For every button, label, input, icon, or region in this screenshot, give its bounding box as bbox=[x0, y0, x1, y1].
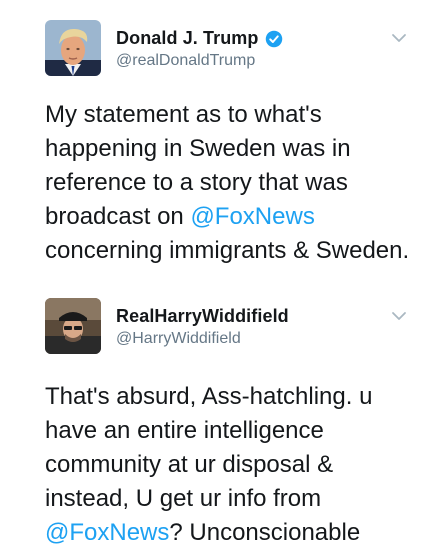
tweet-text-line: have an entire intelligence bbox=[45, 414, 417, 448]
tweet-text: That's absurd, Ass-hatchling. u have an e… bbox=[45, 380, 417, 550]
author-row: Donald J. Trump bbox=[116, 28, 283, 49]
display-name[interactable]: Donald J. Trump bbox=[116, 28, 259, 49]
tweet[interactable]: RealHarryWiddifield @HarryWiddifield Tha… bbox=[0, 282, 433, 551]
avatar[interactable] bbox=[45, 298, 101, 354]
tweet-text-segment: That's absurd, Ass-hatchling. u bbox=[45, 383, 373, 410]
tweet-text-segment: ? Unconscionable bbox=[169, 519, 361, 546]
author-row: RealHarryWiddifield bbox=[116, 306, 289, 327]
avatar[interactable] bbox=[45, 20, 101, 76]
tweet-text-segment: reference to a story that was bbox=[45, 169, 348, 196]
display-name[interactable]: RealHarryWiddifield bbox=[116, 306, 289, 327]
tweet-text-segment: broadcast on bbox=[45, 203, 191, 230]
tweet-text-segment: instead, U get ur info from bbox=[45, 485, 322, 512]
chevron-down-icon[interactable] bbox=[391, 32, 407, 44]
tweet-text-line: instead, U get ur info from bbox=[45, 482, 417, 516]
handle[interactable]: @HarryWiddifield bbox=[116, 330, 241, 348]
tweet[interactable]: Donald J. Trump @realDonaldTrump My stat… bbox=[0, 0, 433, 282]
tweet-text-line: community at ur disposal & bbox=[45, 448, 417, 482]
tweet-text-segment: My statement as to what's bbox=[45, 101, 322, 128]
chevron-down-icon[interactable] bbox=[391, 310, 407, 322]
handle[interactable]: @realDonaldTrump bbox=[116, 52, 255, 70]
tweet-text-line: @FoxNews? Unconscionable bbox=[45, 516, 417, 550]
tweet-text-line: happening in Sweden was in bbox=[45, 132, 417, 166]
tweet-text-line: That's absurd, Ass-hatchling. u bbox=[45, 380, 417, 414]
tweet-text-line: broadcast on @FoxNews bbox=[45, 200, 417, 234]
verified-badge-icon bbox=[265, 30, 282, 47]
tweet-text-line: My statement as to what's bbox=[45, 98, 417, 132]
tweet-text-segment: happening in Sweden was in bbox=[45, 135, 351, 162]
tweet-text: My statement as to what's happening in Sw… bbox=[45, 98, 417, 268]
tweet-text-line: reference to a story that was bbox=[45, 166, 417, 200]
mention-link[interactable]: @FoxNews bbox=[190, 203, 314, 230]
tweet-text-segment: concerning immigrants & Sweden. bbox=[45, 237, 410, 264]
tweet-text-segment: have an entire intelligence bbox=[45, 417, 324, 444]
tweet-text-line: concerning immigrants & Sweden. bbox=[45, 234, 417, 268]
mention-link[interactable]: @FoxNews bbox=[45, 519, 169, 546]
tweet-text-segment: community at ur disposal & bbox=[45, 451, 334, 478]
